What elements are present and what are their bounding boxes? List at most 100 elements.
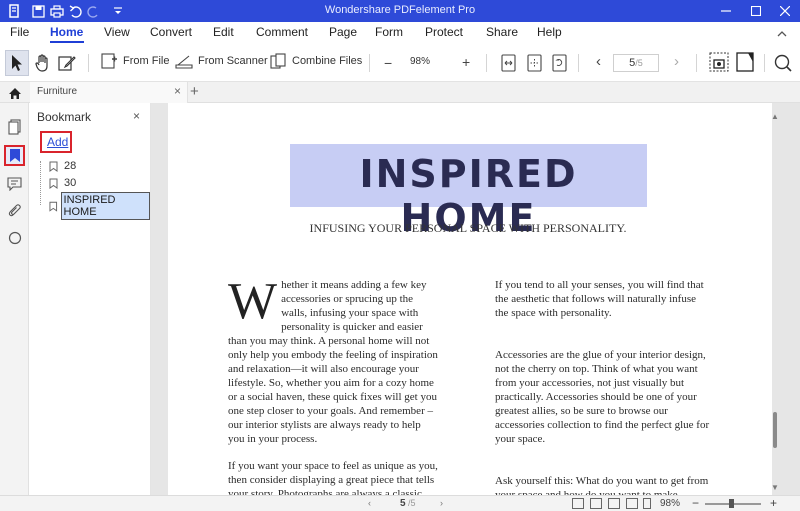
bookmark-label: 30 [64, 177, 77, 189]
add-bookmark-highlight: Add [40, 131, 72, 153]
tab-close-icon[interactable]: × [174, 84, 181, 98]
maximize-button[interactable] [741, 0, 771, 22]
status-zoom-value: 98% [660, 498, 681, 509]
status-next-page[interactable]: › [440, 498, 443, 508]
minimize-button[interactable] [711, 0, 741, 22]
status-page-current[interactable]: 5 [400, 498, 406, 509]
full-screen-icon[interactable] [643, 498, 651, 509]
single-page-view-icon[interactable] [736, 52, 754, 72]
column-1-paragraph-1: Whether it means adding a few key access… [228, 273, 438, 446]
snapshot-icon[interactable] [709, 52, 729, 72]
edit-tool-icon[interactable] [58, 54, 76, 72]
combine-files-button[interactable]: Combine Files [270, 53, 362, 69]
bookmark-icon [49, 161, 58, 172]
status-zoom-out[interactable]: − [692, 496, 699, 510]
toolbar: From File From Scanner Combine Files − 9… [0, 44, 800, 82]
bookmark-item[interactable]: 30 [49, 177, 76, 189]
menu-home[interactable]: Home [50, 25, 83, 39]
menu-view[interactable]: View [104, 25, 130, 39]
from-scanner-label: From Scanner [198, 55, 268, 67]
menu-protect[interactable]: Protect [425, 25, 463, 39]
from-scanner-button[interactable]: From Scanner [175, 53, 268, 69]
panel-title: Bookmark [37, 110, 92, 124]
toolbar-separator [764, 54, 765, 72]
document-tab-bar: Furniture × + [0, 82, 800, 103]
search-icon[interactable] [774, 54, 792, 72]
toolbar-separator [88, 54, 89, 72]
status-zoom-in[interactable]: + [770, 496, 777, 510]
column-2-paragraph-3: Ask yourself this: What do you want to g… [495, 475, 709, 495]
new-tab-button[interactable]: + [190, 83, 199, 100]
tab-furniture[interactable]: Furniture × [30, 82, 188, 103]
vertical-scrollbar-thumb[interactable] [773, 412, 777, 448]
page-total: /5 [635, 58, 643, 68]
menu-help[interactable]: Help [537, 25, 562, 39]
column-2-paragraph-2: Accessories are the glue of your interio… [495, 349, 710, 445]
bookmark-label: 28 [64, 160, 77, 172]
facing-mode-icon[interactable] [608, 498, 620, 509]
column-2-paragraph-1: If you tend to all your senses, you will… [495, 279, 704, 319]
tree-connector [40, 161, 41, 205]
continuous-mode-icon[interactable] [590, 498, 602, 509]
active-menu-indicator [50, 41, 84, 43]
status-bar: ‹ 5 /5 › 98% − + [0, 495, 800, 511]
zoom-level-input[interactable]: 98% [400, 56, 440, 71]
single-page-mode-icon[interactable] [572, 498, 584, 509]
bookmark-icon [49, 178, 58, 189]
bookmark-rename-field[interactable]: INSPIRED HOME [60, 192, 150, 220]
rotate-page-icon[interactable] [552, 54, 567, 72]
tab-label: Furniture [37, 86, 78, 97]
window-title: Wondershare PDFelement Pro [324, 4, 476, 16]
toolbar-separator [486, 54, 487, 72]
zoom-slider-thumb[interactable] [728, 499, 734, 508]
collapse-ribbon-icon[interactable] [777, 27, 787, 41]
thumbnails-icon[interactable] [4, 116, 25, 137]
from-file-label: From File [123, 55, 170, 67]
toolbar-separator [696, 54, 697, 72]
fit-page-icon[interactable] [527, 54, 542, 72]
menu-comment[interactable]: Comment [256, 25, 308, 39]
scroll-up-arrow[interactable]: ▲ [771, 112, 779, 121]
add-bookmark-button[interactable]: Add [47, 135, 68, 149]
menu-page[interactable]: Page [329, 25, 357, 39]
scroll-down-arrow[interactable]: ▼ [771, 483, 779, 492]
pdf-page: INSPIRED HOME INFUSING YOUR PERSONAL SPA… [168, 103, 772, 495]
attachments-panel-icon[interactable] [4, 200, 25, 221]
home-icon[interactable] [4, 84, 25, 102]
menu-edit[interactable]: Edit [213, 25, 234, 39]
close-panel-icon[interactable]: × [133, 109, 140, 123]
menu-share[interactable]: Share [486, 25, 518, 39]
toolbar-separator [578, 54, 579, 72]
menu-file[interactable]: File [10, 25, 29, 39]
bookmark-panel: Bookmark × Add 28 30 INSPIRED HOME [29, 103, 151, 511]
next-page-button[interactable]: › [674, 53, 679, 70]
page-number-input[interactable]: 5/5 [613, 54, 659, 72]
bookmark-item[interactable]: 28 [49, 160, 76, 172]
bookmarks-panel-icon[interactable] [4, 145, 25, 166]
status-prev-page[interactable]: ‹ [368, 498, 371, 508]
facing-continuous-mode-icon[interactable] [626, 498, 638, 509]
hand-tool-icon[interactable] [35, 54, 51, 72]
left-sidebar-rail [0, 103, 29, 511]
zoom-in-button[interactable]: + [462, 54, 470, 70]
fit-width-icon[interactable] [501, 54, 516, 72]
comments-panel-icon[interactable] [4, 173, 25, 194]
zoom-out-button[interactable]: − [384, 55, 392, 71]
page-subheading: INFUSING YOUR PERSONAL SPACE WITH PERSON… [309, 221, 627, 235]
search-panel-icon[interactable] [4, 227, 25, 248]
column-1-paragraph-2: If you want your space to feel as unique… [228, 460, 438, 495]
combine-files-label: Combine Files [292, 55, 363, 67]
select-tool-icon[interactable] [10, 54, 24, 72]
toolbar-separator [369, 54, 370, 72]
title-bar: Wondershare PDFelement Pro [0, 0, 800, 22]
drop-cap: W [228, 273, 278, 330]
menu-form[interactable]: Form [375, 25, 403, 39]
document-viewport[interactable]: INSPIRED HOME INFUSING YOUR PERSONAL SPA… [151, 103, 800, 495]
from-file-button[interactable]: From File [101, 53, 169, 69]
close-window-button[interactable] [770, 0, 800, 22]
menu-convert[interactable]: Convert [150, 25, 192, 39]
status-page-total: /5 [408, 498, 416, 508]
bookmark-icon [49, 201, 58, 212]
bookmark-item[interactable]: INSPIRED HOME [49, 192, 150, 220]
previous-page-button[interactable]: ‹ [596, 53, 601, 70]
